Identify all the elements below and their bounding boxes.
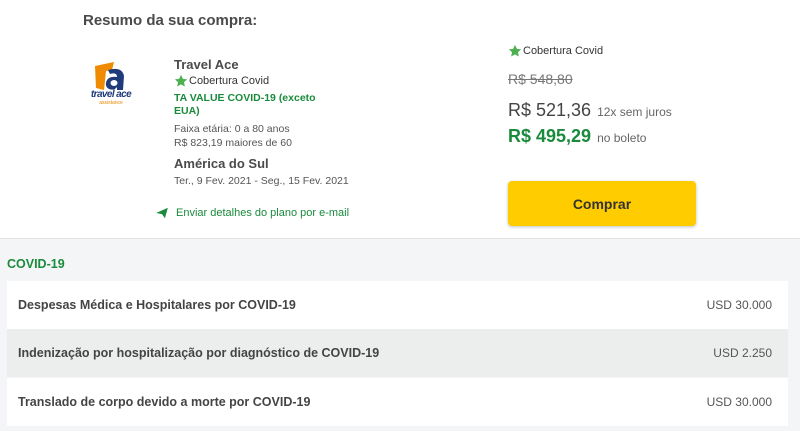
send-email-label: Enviar detalhes do plano por e-mail xyxy=(176,207,350,219)
logo-brand-text: travel ace xyxy=(90,89,132,100)
coverage-label: Translado de corpo devido a morte por CO… xyxy=(18,395,311,409)
pricing-covid-label: Cobertura Covid xyxy=(523,45,604,57)
plan-age-range: Faixa etária: 0 a 80 anos xyxy=(174,123,290,135)
plan-age-price: R$ 823,19 maiores de 60 xyxy=(174,137,292,149)
old-price: R$ 548,80 xyxy=(508,71,573,87)
coverage-label: Despesas Médica e Hospitalares por COVID… xyxy=(18,298,296,312)
boleto-price-row: R$ 495,29 no boleto xyxy=(508,126,708,147)
star-icon xyxy=(508,44,522,57)
plan-dates: Ter., 9 Fev. 2021 - Seg., 15 Fev. 2021 xyxy=(174,175,349,187)
installment-price: R$ 521,36 xyxy=(508,100,592,120)
summary-heading: Resumo da sua compra: xyxy=(83,12,258,29)
coverage-value: USD 2.250 xyxy=(713,346,772,360)
coverage-title: COVID-19 xyxy=(7,257,65,271)
coverage-row: Despesas Médica e Hospitalares por COVID… xyxy=(7,281,788,329)
coverage-section: COVID-19 Despesas Médica e Hospitalares … xyxy=(0,238,800,431)
pricing-covid-badge: Cobertura Covid xyxy=(508,44,708,58)
plan-code: TA VALUE COVID-19 (exceto EUA) xyxy=(174,92,316,117)
send-email-link[interactable]: Enviar detalhes do plano por e-mail xyxy=(155,206,349,220)
coverage-row: Translado de corpo devido a morte por CO… xyxy=(7,378,788,426)
star-icon xyxy=(174,74,188,87)
travel-ace-logo-mark-icon xyxy=(95,62,124,90)
installment-price-row: R$ 521,36 12x sem juros xyxy=(508,100,708,121)
logo-sub-text: assistance xyxy=(99,100,123,106)
coverage-row: Indenização por hospitalização por diagn… xyxy=(7,329,788,377)
covid-coverage-badge: Cobertura Covid xyxy=(174,74,374,88)
coverage-label: Indenização por hospitalização por diagn… xyxy=(18,346,380,360)
boleto-price: R$ 495,29 xyxy=(508,126,592,146)
boleto-note: no boleto xyxy=(597,131,647,145)
coverage-value: USD 30.000 xyxy=(706,298,772,312)
pricing-panel: Cobertura Covid R$ 548,80 R$ 521,36 12x … xyxy=(508,44,708,147)
plan-region: América do Sul xyxy=(174,156,269,171)
send-icon xyxy=(156,207,168,219)
plan-name: Travel Ace xyxy=(174,57,239,72)
plan-details: Travel Ace Cobertura Covid TA VALUE COVI… xyxy=(174,57,374,187)
covid-coverage-label: Cobertura Covid xyxy=(189,75,270,87)
travel-ace-logo: travel ace assistance xyxy=(88,62,132,106)
coverage-value: USD 30.000 xyxy=(706,395,772,409)
buy-button[interactable]: Comprar xyxy=(508,181,696,226)
installment-note: 12x sem juros xyxy=(597,105,672,119)
